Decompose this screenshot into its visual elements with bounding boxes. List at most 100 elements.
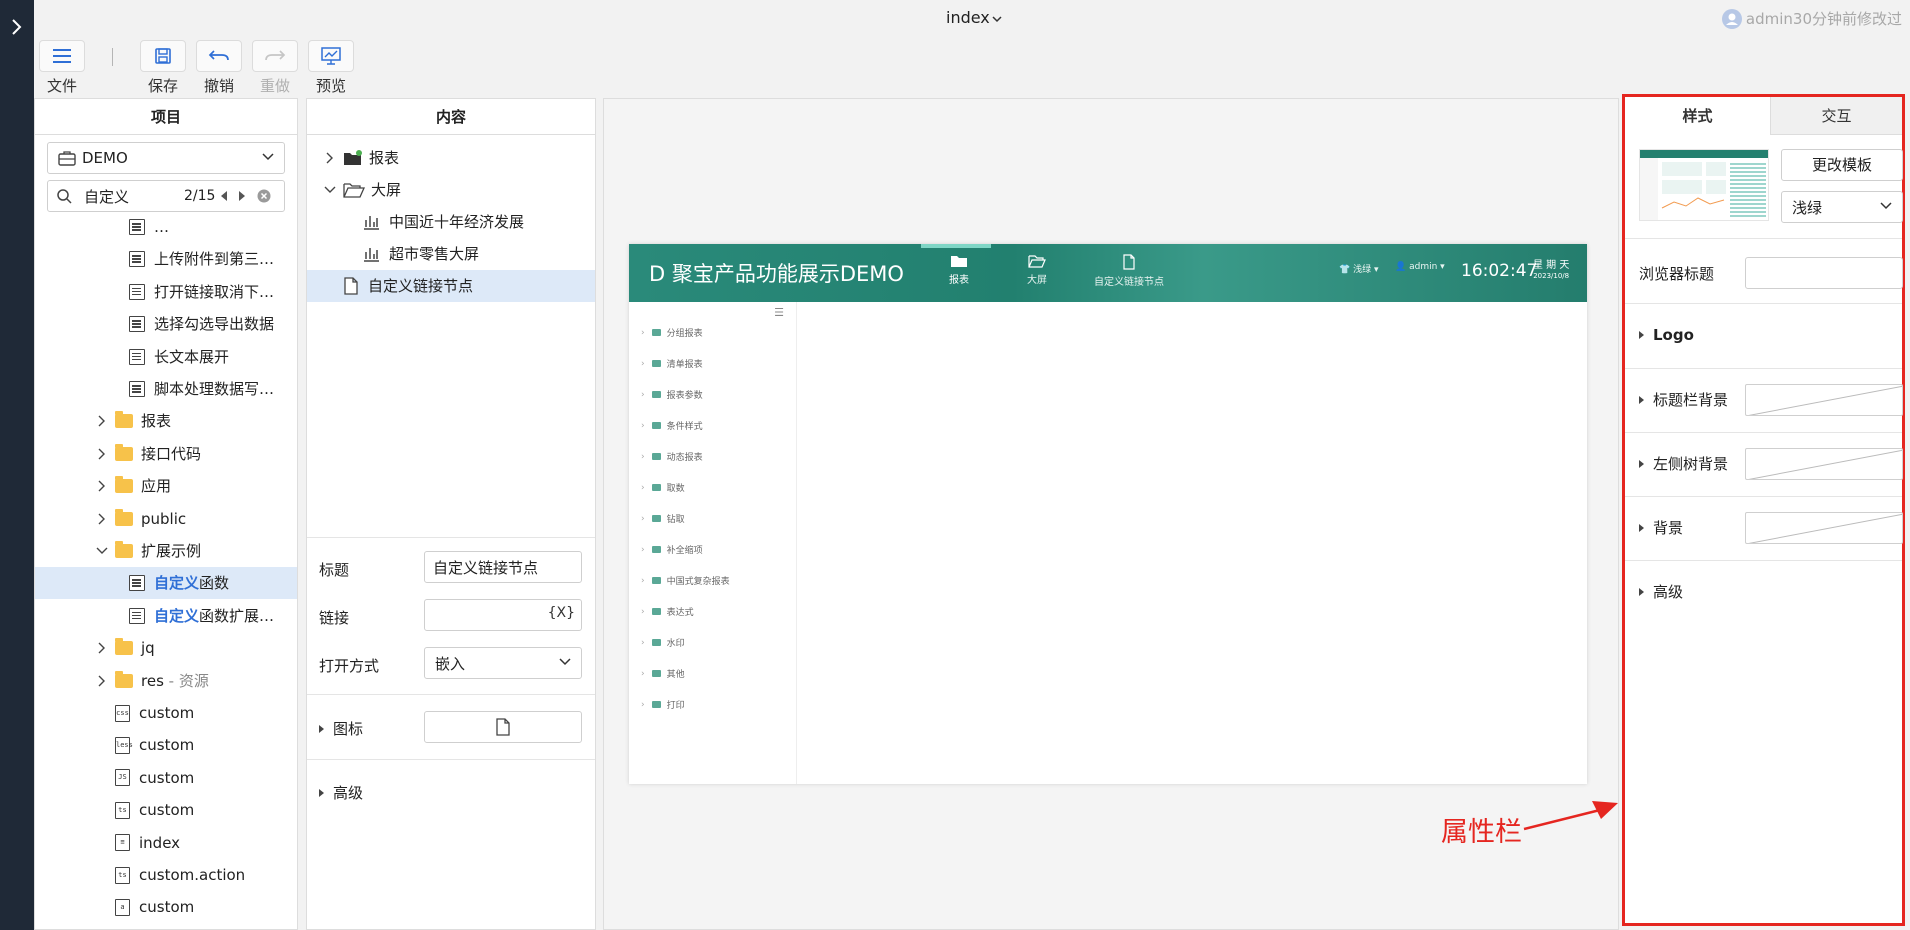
document-title-dropdown[interactable]: index [946,8,1002,27]
project-tree-item[interactable]: 自定义函数扩展… [35,600,297,632]
content-tree-item-retail[interactable]: 超市零售大屏 [307,238,595,270]
preview-nav-custom-link[interactable]: 自定义链接节点 [1089,254,1169,288]
variable-insert-icon[interactable]: {X} [548,605,575,621]
theme-select[interactable]: 浅绿 [1781,191,1903,223]
project-tree-item[interactable]: 脚本处理数据写… [35,373,297,405]
tab-interaction[interactable]: 交互 [1771,97,1902,135]
redo-button[interactable]: 重做 [247,40,303,96]
project-tree-item[interactable]: 报表 [35,405,297,437]
preview-nav-bigscreen[interactable]: 大屏 [1012,254,1062,286]
project-tree-item[interactable]: 扩展示例 [35,535,297,567]
preview-sidebar-item[interactable]: › 补全缩项 [641,543,703,557]
preview-sidebar-label: 取数 [666,484,685,494]
preview-sidebar-item[interactable]: › 中国式复杂报表 [641,574,730,588]
expand-chevron-icon[interactable] [6,14,28,40]
project-tree-item[interactable]: 上传附件到第三… [35,243,297,275]
preview-sidebar-item[interactable]: › 清单报表 [641,357,703,371]
change-template-button[interactable]: 更改模板 [1781,149,1903,181]
background-picker[interactable] [1745,512,1903,544]
project-tree-item[interactable]: 自定义函数 [35,567,297,600]
undo-button[interactable]: 撤销 [191,40,247,96]
project-tree-item[interactable]: css custom [35,697,297,729]
collapse-menu-icon[interactable]: ☰ [774,306,784,319]
preview-sidebar-item[interactable]: › 表达式 [641,605,694,619]
chevron-right-icon[interactable] [95,642,109,654]
preview-sidebar-item[interactable]: › 动态报表 [641,450,703,464]
project-tree-item[interactable]: jq [35,632,297,664]
folder-icon [651,391,661,398]
open-mode-select[interactable]: 嵌入 [424,647,582,679]
project-tree-item[interactable]: JS custom [35,762,297,794]
link-field[interactable]: {X} [424,599,582,631]
chevron-right-icon[interactable] [95,448,109,460]
chevron-right-icon[interactable] [95,675,109,687]
preview-theme-switch[interactable]: 👕 浅绿 ▾ [1339,262,1379,275]
clear-search-icon[interactable] [257,189,271,203]
project-tree-item[interactable]: 选择勾选导出数据 [35,308,297,340]
preview-sidebar-item[interactable]: › 水印 [641,636,685,650]
save-button[interactable]: 保存 [135,40,191,96]
chevron-down-icon[interactable] [95,547,109,555]
preview-user-menu[interactable]: 👤 admin ▾ [1395,262,1445,272]
content-tree-item-economy[interactable]: 中国近十年经济发展 [307,206,595,238]
project-tree-item[interactable]: 接口代码 [35,438,297,470]
preview-sidebar-item[interactable]: › 打印 [641,698,685,712]
preview-sidebar-item[interactable]: › 报表参数 [641,388,703,402]
redo-label: 重做 [259,77,290,95]
project-tree-item[interactable]: 应用 [35,470,297,502]
project-tree-item[interactable]: ts custom [35,794,297,826]
project-tree-item[interactable]: … [35,219,297,243]
logo-section-toggle[interactable]: Logo [1639,326,1694,344]
toolbar-divider [112,48,113,66]
file-button[interactable]: 文件 [34,40,90,96]
chevron-right-icon: › [641,575,645,586]
advanced-props-toggle[interactable]: 高级 [1639,581,1683,602]
lefttree-bg-toggle[interactable]: 左侧树背景 [1639,453,1728,474]
preview-nav-report[interactable]: 报表 [929,254,989,286]
preview-sidebar-item[interactable]: › 分组报表 [641,326,703,340]
project-tree-item[interactable]: less custom [35,729,297,761]
label-text: custom [139,768,195,787]
preview-sidebar-label: 清单报表 [666,360,703,370]
titlebar-bg-picker[interactable] [1745,384,1903,416]
search-input[interactable]: 自定义 [84,186,184,207]
titlebar-bg-toggle[interactable]: 标题栏背景 [1639,389,1728,410]
content-panel: 内容 报表 大屏 中国近十年经济发展 超市零售大屏 自定义链接节点 标题 自定义… [306,98,596,930]
template-thumbnail[interactable] [1639,149,1769,221]
lefttree-bg-picker[interactable] [1745,448,1903,480]
chevron-right-icon[interactable] [95,513,109,525]
preview-sidebar-item[interactable]: › 钻取 [641,512,685,526]
divider [1625,560,1902,561]
project-tree-item[interactable]: a custom [35,891,297,923]
workspace-select[interactable]: DEMO [47,142,285,174]
preview-sidebar-item[interactable]: › 其他 [641,667,685,681]
icon-picker-button[interactable] [424,711,582,743]
preview-sidebar-item[interactable]: › 取数 [641,481,685,495]
content-tree-item-custom-link[interactable]: 自定义链接节点 [307,270,595,302]
project-tree-item[interactable]: res - 资源 [35,665,297,697]
link-field-label: 链接 [319,609,350,627]
preview-sidebar-item[interactable]: › 条件样式 [641,419,703,433]
project-tree-item[interactable]: ≡ index [35,827,297,859]
background-toggle[interactable]: 背景 [1639,517,1683,538]
chevron-right-icon[interactable] [95,480,109,492]
folder-icon [651,577,661,584]
chevron-right-icon[interactable] [95,415,109,427]
previous-match-icon[interactable] [219,190,229,202]
preview-button[interactable]: 预览 [303,40,359,96]
content-tree-item-bigscreen[interactable]: 大屏 [307,174,595,206]
search-box[interactable]: 自定义 2/15 [47,180,285,212]
project-tree-item[interactable]: ts custom.action [35,859,297,891]
browser-title-input[interactable] [1745,257,1903,289]
icon-section-toggle[interactable]: 图标 [319,718,363,739]
project-tree-item[interactable]: 长文本展开 [35,341,297,373]
project-tree-item[interactable]: 打开链接取消下… [35,276,297,308]
advanced-section-toggle[interactable]: 高级 [319,782,363,803]
project-tree-item[interactable]: public [35,503,297,535]
chevron-right-icon: › [641,482,645,493]
preview-nav-label: 自定义链接节点 [1094,277,1164,288]
content-tree-item-report[interactable]: 报表 [307,142,595,174]
next-match-icon[interactable] [237,190,247,202]
title-field[interactable]: 自定义链接节点 [424,551,582,583]
tab-style[interactable]: 样式 [1625,97,1771,135]
